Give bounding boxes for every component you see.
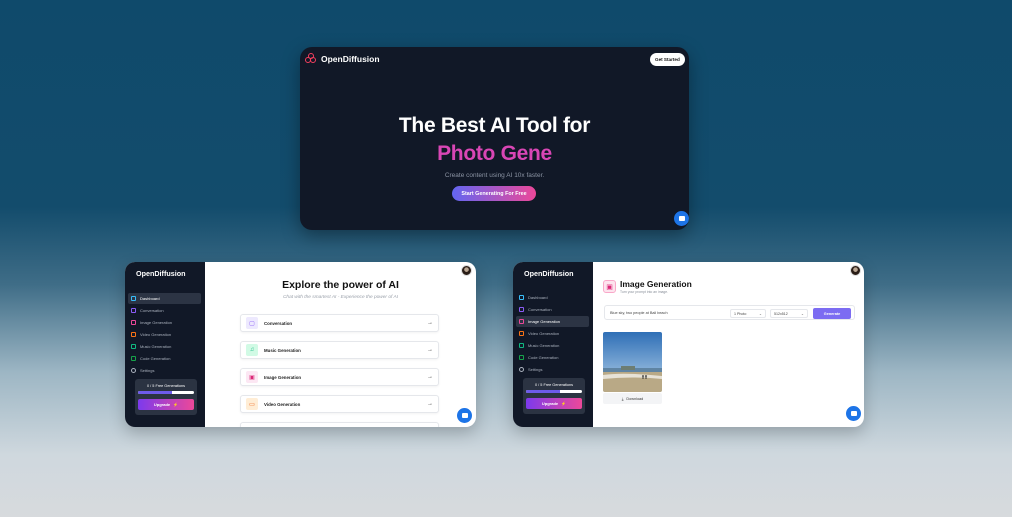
chat-button[interactable] xyxy=(674,211,689,226)
sidebar-item-settings[interactable]: Settings xyxy=(516,364,589,375)
sidebar-item-dashboard[interactable]: Dashboard xyxy=(516,292,589,303)
hero-headline: The Best AI Tool for xyxy=(398,114,591,137)
page-title: Explore the power of AI xyxy=(282,279,399,291)
gear-icon xyxy=(131,368,136,373)
prompt-input[interactable]: Blue sky, two people at Bali beach xyxy=(610,311,668,315)
music-icon xyxy=(519,343,524,348)
video-icon: ▭ xyxy=(246,398,258,410)
arrow-right-icon: → xyxy=(427,347,433,353)
landing-window: OpenDiffusion Get Started The Best AI To… xyxy=(300,47,689,230)
quota-progress-fill xyxy=(526,390,560,393)
chevron-down-icon: ⌄ xyxy=(758,311,762,316)
upgrade-button[interactable]: Upgrade ⚡ xyxy=(138,399,194,410)
tool-card-partial xyxy=(240,422,439,427)
image-icon xyxy=(131,320,136,325)
quota-card: 0 / 5 Free Generations Upgrade ⚡ xyxy=(523,378,585,414)
video-icon xyxy=(519,331,524,336)
sidebar-item-video-generation[interactable]: Video Generation xyxy=(516,328,589,339)
sidebar-item-conversation[interactable]: Conversation xyxy=(128,305,201,316)
music-icon xyxy=(131,344,136,349)
quota-card: 0 / 5 Free Generations Upgrade ⚡ xyxy=(135,379,197,415)
download-icon: ⤓ xyxy=(621,396,624,401)
chat-button[interactable] xyxy=(846,406,861,421)
message-icon: ▢ xyxy=(246,317,258,329)
sidebar-item-image-generation[interactable]: Image Generation xyxy=(516,316,589,327)
message-icon xyxy=(519,307,524,312)
sidebar-item-video-generation[interactable]: Video Generation xyxy=(128,329,201,340)
sidebar-item-image-generation[interactable]: Image Generation xyxy=(128,317,201,328)
sidebar-brand[interactable]: OpenDiffusion xyxy=(136,269,186,278)
tool-card-conversation[interactable]: ▢ Conversation → xyxy=(240,314,439,332)
image-generation-window: OpenDiffusion Dashboard Conversation Ima… xyxy=(513,262,864,427)
code-icon xyxy=(519,355,524,360)
quota-text: 0 / 5 Free Generations xyxy=(147,384,185,388)
generation-form: Blue sky, two people at Bali beach 1 Pho… xyxy=(604,305,855,320)
avatar[interactable] xyxy=(461,265,472,276)
tool-card-music-generation[interactable]: ♫ Music Generation → xyxy=(240,341,439,359)
avatar[interactable] xyxy=(850,265,861,276)
tool-card-image-generation[interactable]: ▣ Image Generation → xyxy=(240,368,439,386)
image-icon: ▣ xyxy=(246,371,258,383)
generate-button[interactable]: Generate xyxy=(813,308,851,319)
zap-icon: ⚡ xyxy=(561,401,567,406)
generated-image xyxy=(603,332,662,392)
sidebar-item-settings[interactable]: Settings xyxy=(128,365,201,376)
sidebar-item-dashboard[interactable]: Dashboard xyxy=(128,293,201,304)
grid-icon xyxy=(519,295,524,300)
brand[interactable]: OpenDiffusion xyxy=(305,53,380,64)
chat-icon xyxy=(461,413,468,418)
quota-text: 0 / 5 Free Generations xyxy=(535,383,573,387)
image-icon xyxy=(519,319,524,324)
chat-icon xyxy=(678,216,685,221)
tool-card-video-generation[interactable]: ▭ Video Generation → xyxy=(240,395,439,413)
message-icon xyxy=(131,308,136,313)
arrow-right-icon: → xyxy=(427,320,433,326)
page-subtitle: Chat with the smartest AI - Experience t… xyxy=(282,295,399,300)
chat-icon xyxy=(850,411,857,416)
grid-icon xyxy=(131,296,136,301)
zap-icon: ⚡ xyxy=(173,402,179,407)
sidebar: OpenDiffusion Dashboard Conversation Ima… xyxy=(125,262,205,427)
arrow-right-icon: → xyxy=(427,401,433,407)
sidebar-brand[interactable]: OpenDiffusion xyxy=(524,269,574,278)
code-icon xyxy=(131,356,136,361)
upgrade-button[interactable]: Upgrade ⚡ xyxy=(526,398,582,409)
video-icon xyxy=(131,332,136,337)
hero-headline-accent: Photo Gene xyxy=(437,142,552,165)
amount-select[interactable]: 1 Photo ⌄ xyxy=(730,309,766,318)
hero-subtitle: Create content using AI 10x faster. xyxy=(444,172,545,179)
sidebar-item-music-generation[interactable]: Music Generation xyxy=(516,340,589,351)
sidebar: OpenDiffusion Dashboard Conversation Ima… xyxy=(513,262,593,427)
brand-name: OpenDiffusion xyxy=(321,53,380,64)
dashboard-window: OpenDiffusion Dashboard Conversation Ima… xyxy=(125,262,476,427)
quota-progress xyxy=(526,390,582,393)
music-icon: ♫ xyxy=(246,344,258,356)
resolution-select[interactable]: 512x512 ⌄ xyxy=(770,309,808,318)
image-icon: ▣ xyxy=(603,280,616,293)
download-button[interactable]: ⤓ Download xyxy=(603,393,662,404)
sidebar-item-code-generation[interactable]: Code Generation xyxy=(516,352,589,363)
page-subtitle: Turn your prompt into an image. xyxy=(620,290,669,294)
sidebar-item-conversation[interactable]: Conversation xyxy=(516,304,589,315)
arrow-right-icon: → xyxy=(427,374,433,380)
sidebar-item-code-generation[interactable]: Code Generation xyxy=(128,353,201,364)
gear-icon xyxy=(519,367,524,372)
beach-photo xyxy=(603,332,662,392)
start-generating-button[interactable]: Start Generating For Free xyxy=(452,186,536,201)
quota-progress-fill xyxy=(138,391,172,394)
chevron-down-icon: ⌄ xyxy=(800,311,804,316)
chat-button[interactable] xyxy=(457,408,472,423)
sidebar-item-music-generation[interactable]: Music Generation xyxy=(128,341,201,352)
get-started-button[interactable]: Get Started xyxy=(650,53,685,66)
quota-progress xyxy=(138,391,194,394)
logo-icon xyxy=(305,53,316,64)
page-title: Image Generation xyxy=(620,279,692,289)
